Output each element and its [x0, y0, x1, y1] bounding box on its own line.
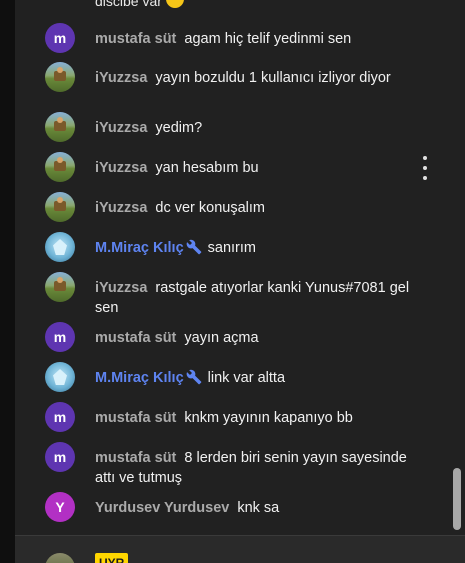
message-body: iYuzzsa yan hesabım bu: [95, 158, 425, 178]
partial-message: discibe var: [95, 0, 184, 9]
message-body: iYuzzsa yedim?: [95, 118, 425, 138]
message-text: agam hiç telif yedinmi sen: [184, 31, 352, 47]
avatar[interactable]: [45, 362, 75, 392]
member-badge: UYR: [95, 553, 129, 563]
message-text: link var altta: [207, 370, 286, 386]
current-user-avatar: [45, 553, 75, 563]
message-body: mustafa süt knkm yayının kapanıyo bb: [95, 408, 425, 428]
author-name[interactable]: mustafa süt: [95, 31, 176, 47]
author-name[interactable]: iYuzzsa: [95, 160, 147, 176]
avatar[interactable]: [45, 192, 75, 222]
message-body: M.Miraç Kılıç sanırım: [95, 238, 425, 258]
message-body: iYuzzsa yayın bozuldu 1 kullanıcı izliyor…: [95, 68, 425, 88]
message-body: iYuzzsa rastgale atıyorlar kanki Yunus#70…: [95, 278, 425, 318]
message-text: yayın bozuldu 1 kullanıcı izliyor diyor: [155, 70, 391, 86]
avatar[interactable]: Y: [45, 492, 75, 522]
avatar[interactable]: [45, 112, 75, 142]
author-name[interactable]: iYuzzsa: [95, 70, 147, 86]
avatar[interactable]: [45, 152, 75, 182]
message-body: iYuzzsa dc ver konuşalım: [95, 198, 425, 218]
avatar[interactable]: m: [45, 402, 75, 432]
author-name[interactable]: mustafa süt: [95, 330, 176, 346]
live-chat-panel: discibe var m mustafa süt agam hiç telif …: [15, 0, 465, 563]
author-name[interactable]: mustafa süt: [95, 410, 176, 426]
emoji-icon: [165, 0, 184, 8]
avatar[interactable]: [45, 272, 75, 302]
message-body: Yurdusev Yurdusev knk sa: [95, 498, 425, 518]
moderator-name[interactable]: M.Miraç Kılıç: [95, 370, 184, 386]
chat-input-area: UYR: [15, 535, 465, 563]
more-vert-icon[interactable]: [421, 156, 429, 180]
author-name[interactable]: iYuzzsa: [95, 200, 147, 216]
avatar[interactable]: m: [45, 322, 75, 352]
message-body: M.Miraç Kılıç link var altta: [95, 368, 425, 388]
wrench-icon: [186, 239, 201, 255]
scrollbar-thumb[interactable]: [453, 468, 461, 530]
author-name[interactable]: iYuzzsa: [95, 280, 147, 296]
author-name[interactable]: mustafa süt: [95, 450, 176, 466]
message-text: dc ver konuşalım: [155, 200, 265, 216]
message-text: yan hesabım bu: [155, 160, 259, 176]
wrench-icon: [186, 369, 201, 385]
author-name[interactable]: iYuzzsa: [95, 120, 147, 136]
message-text: sanırım: [207, 240, 256, 256]
message-body: mustafa süt agam hiç telif yedinmi sen: [95, 29, 425, 49]
author-name[interactable]: Yurdusev Yurdusev: [95, 500, 229, 516]
message-text: yayın açma: [184, 330, 259, 346]
message-text: knkm yayının kapanıyo bb: [184, 410, 353, 426]
message-text: knk sa: [237, 500, 280, 516]
message-body: mustafa süt yayın açma: [95, 328, 425, 348]
avatar[interactable]: [45, 232, 75, 262]
message-text: yedim?: [155, 120, 203, 136]
left-strip: [0, 0, 15, 563]
avatar[interactable]: m: [45, 23, 75, 53]
moderator-name[interactable]: M.Miraç Kılıç: [95, 240, 184, 256]
avatar[interactable]: m: [45, 442, 75, 472]
message-body: mustafa süt 8 lerden biri senin yayın say…: [95, 448, 425, 488]
avatar[interactable]: [45, 62, 75, 92]
partial-message-text: discibe var: [95, 0, 162, 9]
chat-message-list[interactable]: discibe var m mustafa süt agam hiç telif …: [15, 0, 465, 535]
